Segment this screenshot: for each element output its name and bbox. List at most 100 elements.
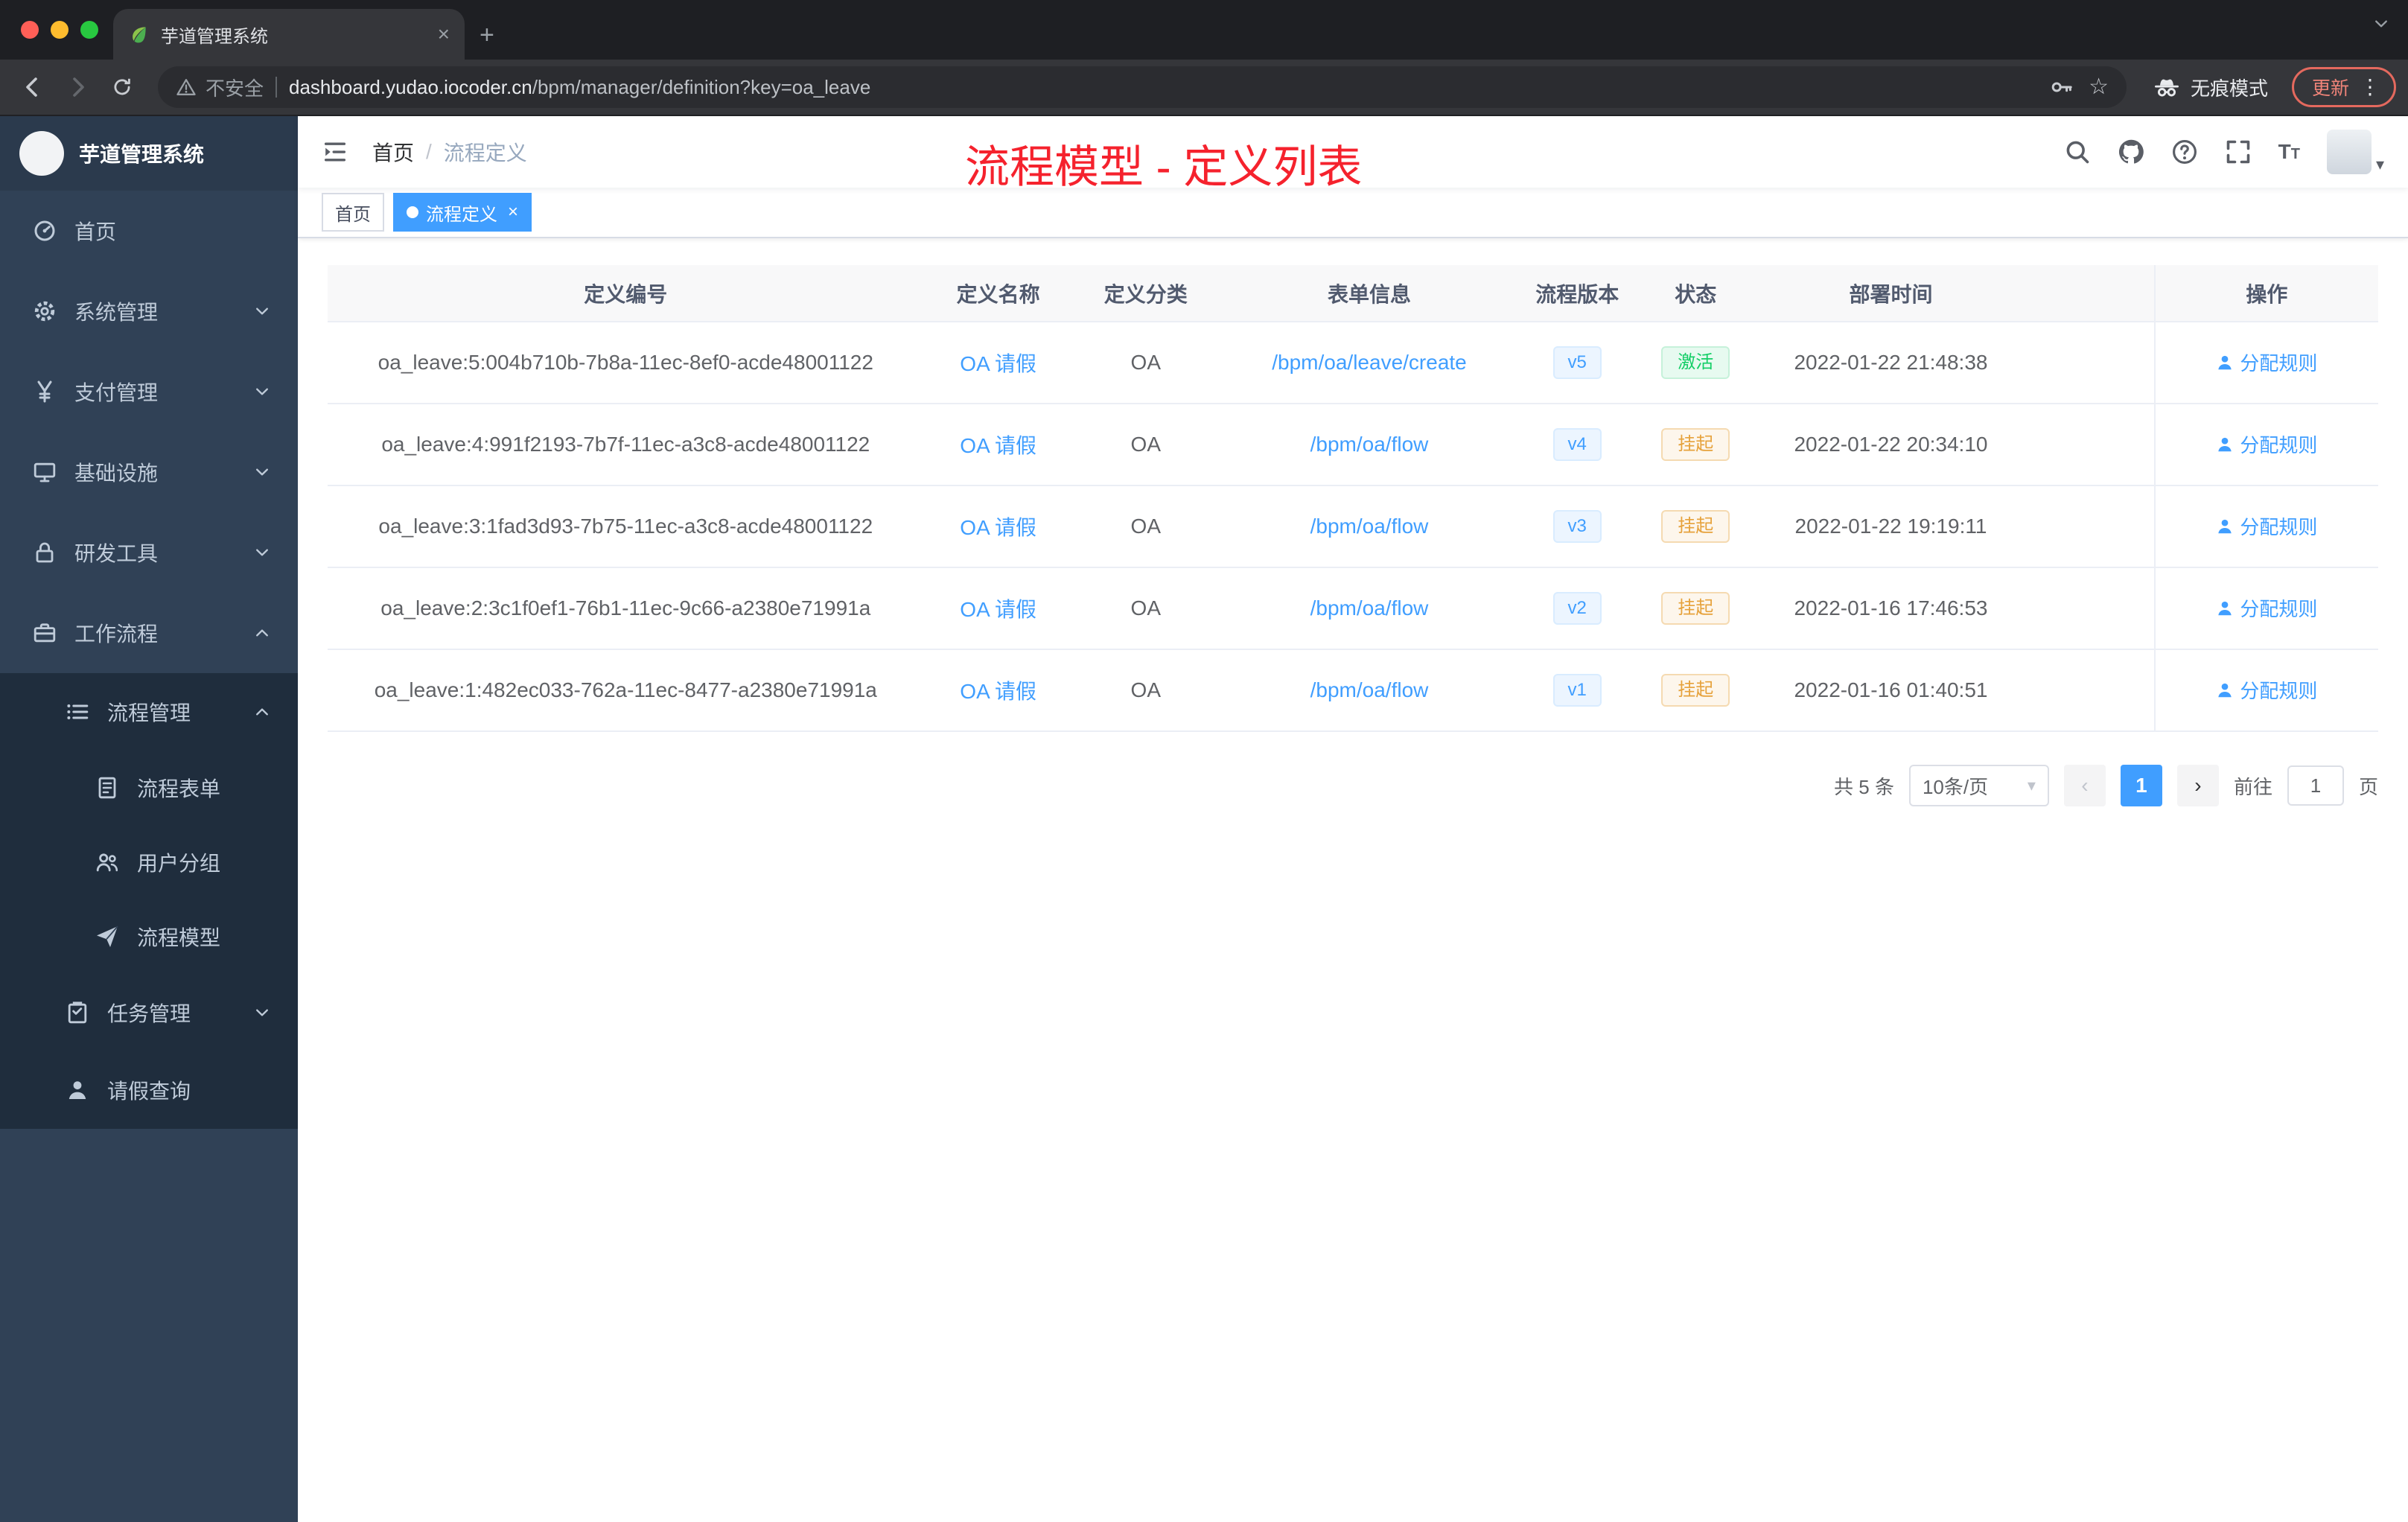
prev-page-button[interactable]: ‹ (2063, 765, 2106, 806)
sidebar-item-user-group[interactable]: 用户分组 (0, 825, 298, 899)
sidebar-item-infra[interactable]: 基础设施 (0, 432, 298, 512)
definition-id: oa_leave:4:991f2193-7b7f-11ec-a3c8-acde4… (328, 404, 924, 486)
url-text: dashboard.yudao.iocoder.cn/bpm/manager/d… (289, 76, 870, 99)
sidebar-item-devtools[interactable]: 研发工具 (0, 512, 298, 593)
new-tab-button[interactable]: + (480, 22, 494, 48)
form-link[interactable]: /bpm/oa/flow (1310, 433, 1429, 456)
sidebar-item-leave-query[interactable]: 请假查询 (0, 1051, 298, 1129)
definition-name-link[interactable]: OA 请假 (960, 516, 1036, 539)
close-window-button[interactable] (21, 21, 39, 39)
next-page-button[interactable]: › (2176, 765, 2219, 806)
filler-cell (2025, 485, 2155, 568)
page-1-button[interactable]: 1 (2120, 765, 2162, 806)
browser-tab[interactable]: 芋道管理系统 × (113, 9, 465, 60)
sidebar-item-workflow[interactable]: 工作流程 (0, 593, 298, 673)
browser-update-button[interactable]: 更新 ⋮ (2291, 67, 2396, 107)
assign-rule-link[interactable]: 分配规则 (2216, 594, 2317, 622)
favicon-icon (128, 24, 149, 45)
sidebar-item-process-mgmt[interactable]: 流程管理 (0, 673, 298, 751)
user-icon (2216, 354, 2234, 372)
search-icon[interactable] (2064, 138, 2091, 165)
sidebar-item-label: 系统管理 (74, 301, 159, 324)
security-label: 不安全 (206, 77, 264, 100)
assign-rule-link[interactable]: 分配规则 (2216, 348, 2317, 376)
goto-unit: 页 (2358, 775, 2378, 798)
definition-id: oa_leave:1:482ec033-762a-11ec-8477-a2380… (328, 649, 924, 732)
chevron-down-icon (253, 383, 271, 401)
reload-button[interactable] (101, 66, 143, 108)
yen-icon (37, 380, 52, 403)
definition-name-link[interactable]: OA 请假 (960, 680, 1036, 703)
person-icon (66, 1078, 89, 1102)
sidebar-item-payment[interactable]: 支付管理 (0, 351, 298, 432)
browser-menu-icon[interactable]: ⋮ (2360, 77, 2380, 98)
avatar[interactable] (2326, 130, 2372, 174)
form-link[interactable]: /bpm/oa/flow (1310, 678, 1429, 701)
assign-rule-link[interactable]: 分配规则 (2216, 430, 2317, 458)
infrastructure-icon (33, 460, 57, 484)
caret-down-icon: ▾ (2027, 776, 2036, 795)
version-tag: v5 (1552, 346, 1602, 380)
minimize-window-button[interactable] (51, 21, 69, 39)
password-key-icon[interactable] (2050, 75, 2074, 99)
bookmark-star-icon[interactable]: ☆ (2089, 76, 2109, 98)
browser-toolbar: 不安全 dashboard.yudao.iocoder.cn/bpm/manag… (0, 60, 2408, 116)
browser-tabstrip: 芋道管理系统 × + (0, 0, 2408, 60)
help-icon[interactable] (2171, 138, 2198, 165)
chevron-up-icon (253, 624, 271, 642)
sidebar-item-process-model[interactable]: 流程模型 (0, 899, 298, 974)
sidebar-item-system[interactable]: 系统管理 (0, 271, 298, 351)
sidebar-item-home[interactable]: 首页 (0, 191, 298, 271)
address-bar[interactable]: 不安全 dashboard.yudao.iocoder.cn/bpm/manag… (158, 66, 2127, 108)
sidebar-toggle-icon[interactable] (322, 138, 348, 165)
form-link[interactable]: /bpm/oa/flow (1310, 596, 1429, 620)
back-button[interactable] (12, 66, 54, 108)
zoom-window-button[interactable] (80, 21, 98, 39)
version-tag: v1 (1552, 673, 1602, 707)
security-chip[interactable]: 不安全 (176, 74, 264, 101)
column-header: 定义分类 (1072, 265, 1219, 322)
sidebar-item-label: 首页 (74, 220, 117, 243)
tag-process-definition[interactable]: 流程定义 × (393, 193, 532, 232)
definition-category: OA (1072, 485, 1219, 568)
task-icon (66, 1001, 89, 1025)
definition-name-link[interactable]: OA 请假 (960, 598, 1036, 621)
font-size-icon[interactable]: TT (2278, 140, 2300, 164)
sidebar-logo[interactable]: 芋道管理系统 (0, 116, 298, 191)
assign-rule-link[interactable]: 分配规则 (2216, 512, 2317, 540)
page-size-select[interactable]: 10条/页 ▾ (1908, 765, 2049, 806)
sidebar-item-process-form[interactable]: 流程表单 (0, 751, 298, 825)
sidebar-item-task-mgmt[interactable]: 任务管理 (0, 974, 298, 1051)
github-icon[interactable] (2118, 138, 2144, 165)
gear-icon (33, 299, 57, 323)
sidebar-item-label: 流程管理 (107, 701, 191, 725)
assign-rule-link[interactable]: 分配规则 (2216, 676, 2317, 704)
tab-close-icon[interactable]: × (438, 24, 450, 45)
chevron-down-icon (253, 463, 271, 481)
tag-home[interactable]: 首页 (322, 193, 384, 232)
logo-title: 芋道管理系统 (79, 143, 205, 166)
form-link[interactable]: /bpm/oa/leave/create (1272, 351, 1467, 374)
definition-category: OA (1072, 322, 1219, 404)
definition-id: oa_leave:3:1fad3d93-7b75-11ec-a3c8-acde4… (328, 485, 924, 568)
form-link[interactable]: /bpm/oa/flow (1310, 515, 1429, 538)
definition-table: 定义编号 定义名称 定义分类 表单信息 流程版本 状态 部署时间 操作 oa_l… (328, 265, 2378, 732)
window-controls (21, 21, 98, 39)
sidebar-item-label: 基础设施 (74, 462, 159, 485)
breadcrumb-current: 流程定义 (443, 141, 527, 165)
workflow-submenu: 流程管理 流程表单 用户分组 流程模型 任务管理 请假查询 (0, 673, 298, 1129)
send-icon (95, 925, 119, 949)
sidebar-item-label: 支付管理 (74, 381, 159, 404)
form-icon (95, 776, 119, 800)
definition-name-link[interactable]: OA 请假 (960, 352, 1036, 375)
fullscreen-icon[interactable] (2225, 138, 2252, 165)
definition-name-link[interactable]: OA 请假 (960, 434, 1036, 457)
goto-label: 前往 (2233, 775, 2272, 798)
tag-close-icon[interactable]: × (508, 203, 518, 221)
table-row: oa_leave:5:004b710b-7b8a-11ec-8ef0-acde4… (328, 322, 2378, 404)
user-menu[interactable]: ▾ (2326, 130, 2384, 174)
tab-search-chevron-icon[interactable] (2372, 15, 2390, 33)
forward-button[interactable] (57, 66, 98, 108)
breadcrumb-home[interactable]: 首页 (372, 137, 414, 167)
goto-page-input[interactable] (2287, 765, 2344, 806)
